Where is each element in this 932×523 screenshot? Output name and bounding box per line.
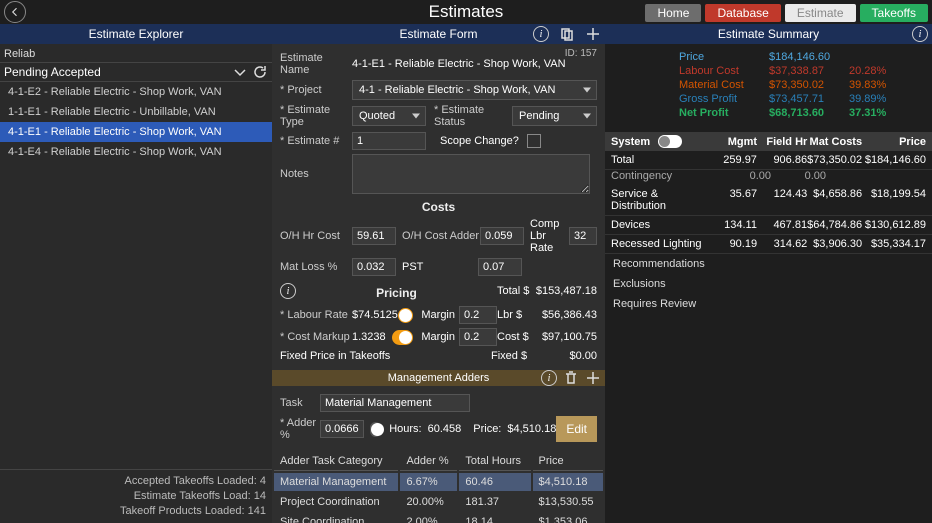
adder-table: Adder Task CategoryAdder %Total HoursPri… <box>272 450 605 523</box>
tab-takeoffs[interactable]: Takeoffs <box>860 4 928 22</box>
fixed-value: $0.00 <box>535 350 597 362</box>
summary-np: Net Profit$68,713.6037.31% <box>667 106 932 120</box>
tab-estimate[interactable]: Estimate <box>785 4 856 22</box>
system-row: Total259.97906.86$73,350.02$184,146.60 <box>605 151 932 170</box>
summary-link[interactable]: Requires Review <box>605 294 932 314</box>
summary-mat: Material Cost$73,350.0239.83% <box>667 78 932 92</box>
cost-value: $97,100.75 <box>535 331 597 343</box>
total-value: $153,487.18 <box>535 285 597 297</box>
system-toggle[interactable] <box>658 135 682 148</box>
estimate-status-select[interactable]: Pending <box>512 106 597 126</box>
summary-link[interactable]: Recommendations <box>605 254 932 274</box>
chevron-down-icon[interactable] <box>232 64 248 80</box>
project-select[interactable]: 4-1 - Reliable Electric - Shop Work, VAN <box>352 80 597 100</box>
explorer-item[interactable]: 4-1-E2 - Reliable Electric - Shop Work, … <box>0 82 272 102</box>
refresh-icon[interactable] <box>252 64 268 80</box>
adder-row[interactable]: Material Management6.67%60.46$4,510.18 <box>274 473 603 491</box>
summary-header: Estimate Summary i <box>605 24 932 44</box>
app-title: Estimates <box>429 2 504 22</box>
oh-hr-cost-input[interactable] <box>352 227 396 245</box>
tab-home[interactable]: Home <box>645 4 701 22</box>
cost-margin-input[interactable] <box>459 328 497 346</box>
tab-database[interactable]: Database <box>705 4 780 22</box>
labour-rate: $74.5125 <box>352 309 398 321</box>
explorer-filter[interactable]: Pending Accepted <box>0 62 272 82</box>
explorer-item[interactable]: 4-1-E1 - Reliable Electric - Shop Work, … <box>0 122 272 142</box>
system-table-header: System Mgmt Field Hr Mat Costs Price <box>605 132 932 151</box>
estimate-id: ID: 157 <box>565 48 597 59</box>
copy-icon[interactable] <box>559 26 575 42</box>
adders-info-icon[interactable]: i <box>541 370 557 386</box>
comp-lbr-rate-input[interactable] <box>569 227 597 245</box>
system-row: Devices134.11467.81$64,784.86$130,612.89 <box>605 216 932 235</box>
explorer-item[interactable]: 4-1-E4 - Reliable Electric - Shop Work, … <box>0 142 272 162</box>
summary-gp: Gross Profit$73,457.7139.89% <box>667 92 932 106</box>
mat-loss-input[interactable] <box>352 258 396 276</box>
add-adder-icon[interactable] <box>585 370 601 386</box>
cost-toggle[interactable] <box>392 330 413 345</box>
estimate-type-select[interactable]: Quoted <box>352 106 426 126</box>
adder-pct-input[interactable] <box>320 420 364 438</box>
scope-change-checkbox[interactable] <box>527 134 541 148</box>
edit-button[interactable]: Edit <box>556 416 597 442</box>
system-row: Recessed Lighting90.19314.62$3,906.30$35… <box>605 235 932 254</box>
summary-link[interactable]: Exclusions <box>605 274 932 294</box>
explorer-item[interactable]: 1-1-E1 - Reliable Electric - Unbillable,… <box>0 102 272 122</box>
form-header: Estimate Form i <box>272 24 605 44</box>
explorer-search-input[interactable] <box>4 48 268 60</box>
notes-input[interactable] <box>352 154 590 194</box>
adders-header: Management Adders i <box>272 370 605 386</box>
explorer-header: Estimate Explorer <box>0 24 272 44</box>
back-button[interactable] <box>4 1 26 23</box>
adder-row[interactable]: Site Coordination2.00%18.14$1,353.06 <box>274 513 603 523</box>
summary-price: Price$184,146.60 <box>667 50 932 64</box>
delete-icon[interactable] <box>563 370 579 386</box>
pst-input[interactable] <box>478 258 522 276</box>
system-row: Service & Distribution35.67124.43$4,658.… <box>605 185 932 216</box>
estimate-number-input[interactable] <box>352 132 426 150</box>
estimate-name: 4-1-E1 - Reliable Electric - Shop Work, … <box>352 58 566 70</box>
task-input[interactable] <box>320 394 470 412</box>
adder-toggle[interactable] <box>370 422 381 437</box>
explorer-status: Accepted Takeoffs Loaded: 4Estimate Take… <box>0 469 272 523</box>
oh-cost-adder-input[interactable] <box>480 227 524 245</box>
adder-hours: 60.458 <box>428 423 462 435</box>
labour-toggle[interactable] <box>398 308 413 323</box>
summary-info-icon[interactable]: i <box>912 26 928 42</box>
lbr-value: $56,386.43 <box>535 309 597 321</box>
add-icon[interactable] <box>585 26 601 42</box>
summary-lab: Labour Cost$37,338.8720.28% <box>667 64 932 78</box>
labour-margin-input[interactable] <box>459 306 497 324</box>
adder-price: $4,510.18 <box>507 423 556 435</box>
cost-markup: 1.3238 <box>352 331 392 343</box>
system-row: Contingency0.000.00 <box>605 170 932 185</box>
pricing-info-icon[interactable]: i <box>280 283 296 299</box>
info-icon[interactable]: i <box>533 26 549 42</box>
adder-row[interactable]: Project Coordination20.00%181.37$13,530.… <box>274 493 603 511</box>
